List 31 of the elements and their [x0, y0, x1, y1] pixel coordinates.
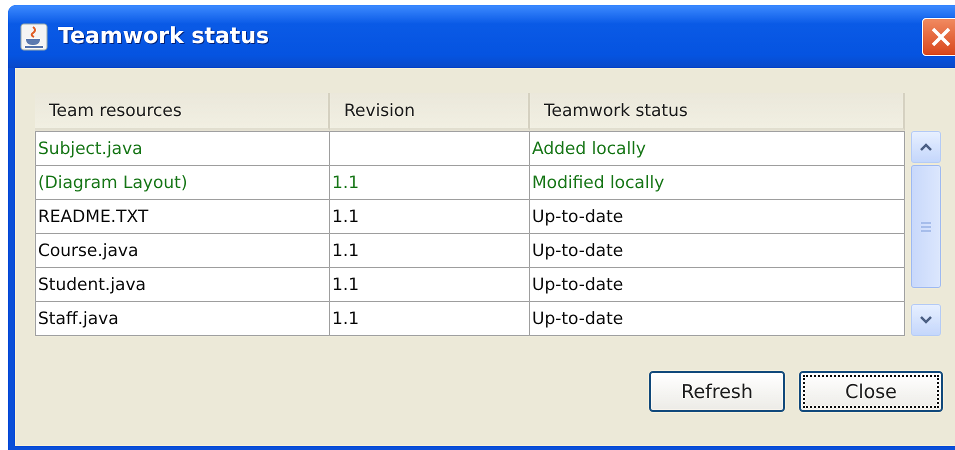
scroll-down-icon [919, 315, 933, 325]
scroll-down-button[interactable] [911, 304, 941, 336]
column-header[interactable]: Revision [330, 93, 530, 131]
table-cell: 1.1 [330, 268, 530, 301]
scroll-up-button[interactable] [911, 131, 941, 163]
table-cell: Course.java [36, 234, 330, 267]
table-cell: Staff.java [36, 302, 330, 335]
table-cell: 1.1 [330, 302, 530, 335]
table-cell-text: Modified locally [531, 172, 666, 194]
window-title: Teamwork status [58, 24, 270, 49]
grip-icon [921, 222, 931, 232]
column-header[interactable]: Teamwork status [530, 93, 905, 131]
table-cell: Student.java [36, 268, 330, 301]
scroll-thumb[interactable] [911, 165, 941, 288]
table-cell: README.TXT [36, 200, 330, 233]
coffee-cup-icon [20, 22, 48, 50]
table-cell-text: Up-to-date [531, 206, 624, 228]
table-cell: 1.1 [330, 234, 530, 267]
column-header[interactable]: Team resources [35, 93, 330, 131]
table-cell-text: Up-to-date [531, 240, 624, 262]
table-cell: Subject.java [36, 132, 330, 165]
table-cell: 1.1 [330, 200, 530, 233]
refresh-button[interactable]: Refresh [649, 371, 785, 412]
table-cell-text: Up-to-date [531, 308, 624, 330]
close-button[interactable]: Close [799, 371, 943, 412]
table-cell-text: Added locally [531, 138, 647, 160]
table-cell: 1.1 [330, 166, 530, 199]
scroll-up-icon [919, 142, 933, 152]
close-icon[interactable] [922, 18, 955, 56]
table-cell: (Diagram Layout) [36, 166, 330, 199]
table-cell-text: Up-to-date [531, 274, 624, 296]
